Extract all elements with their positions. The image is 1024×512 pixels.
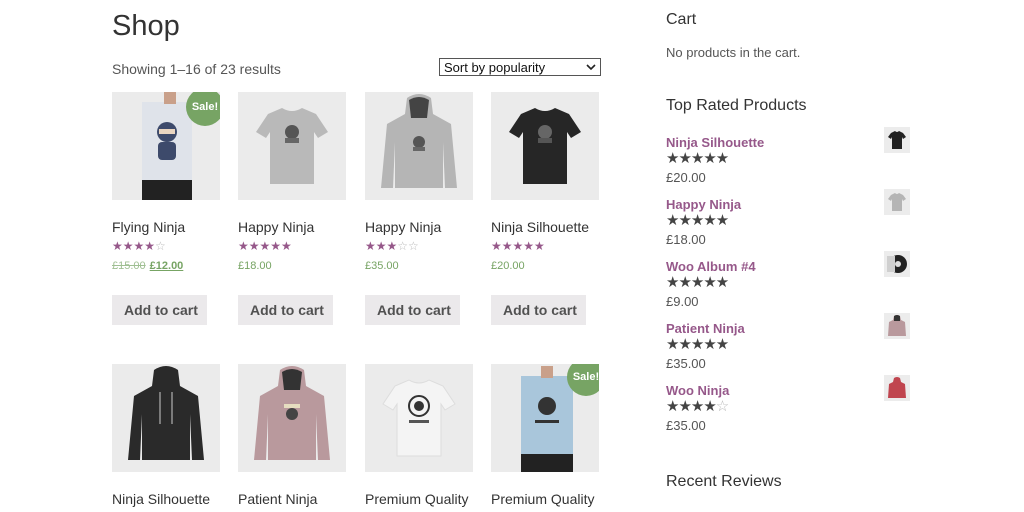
star-rating: ★★★★★ [666,274,729,291]
product-name[interactable]: Ninja Silhouette [491,219,589,235]
chevron-down-icon [586,64,596,71]
top-rated-item-name[interactable]: Woo Album #4 [666,259,756,274]
product-name[interactable]: Premium Quality [491,491,594,507]
star-rating: ★★★★★ [666,336,729,353]
product-price: £18.00 [238,260,272,272]
product-image[interactable]: Sale! [491,364,599,472]
product-image[interactable] [365,92,473,200]
product-name[interactable]: Patient Ninja [238,491,317,507]
product-card: Sale! Flying Ninja ★★★★☆ £15.00 £12.00 Ad… [112,92,220,325]
top-rated-item: Ninja Silhouette ★★★★★ £20.00 [666,127,910,193]
product-name[interactable]: Happy Ninja [365,219,441,235]
product-image[interactable] [491,92,599,200]
page-title: Shop [112,10,180,42]
add-to-cart-button[interactable]: Add to cart [365,295,460,325]
product-image[interactable]: Sale! [112,92,220,200]
top-rated-item-price: £9.00 [666,294,699,309]
top-rated-item: Patient Ninja ★★★★★ £35.00 [666,313,910,379]
product-image[interactable] [238,364,346,472]
sale-badge: Sale! [186,92,220,126]
star-rating: ★★★★★ [238,239,292,253]
top-rated-item: Woo Album #4 ★★★★★ £9.00 [666,251,910,317]
top-rated-item-thumbnail[interactable] [884,251,910,277]
add-to-cart-button[interactable]: Add to cart [112,295,207,325]
cart-empty-message: No products in the cart. [666,45,801,60]
product-card: Ninja Silhouette ★★★★★ £20.00 Add to car… [491,92,599,325]
add-to-cart-button[interactable]: Add to cart [238,295,333,325]
product-name[interactable]: Flying Ninja [112,219,185,235]
product-image[interactable] [112,364,220,472]
sort-select[interactable]: Sort by popularity [439,58,601,76]
product-image[interactable] [238,92,346,200]
product-card: Patient Ninja [238,364,346,507]
result-count: Showing 1–16 of 23 results [112,61,281,77]
star-rating: ★★★★☆ [112,239,166,253]
top-rated-title: Top Rated Products [666,97,807,114]
product-name[interactable]: Premium Quality [365,491,468,507]
top-rated-item-price: £18.00 [666,232,706,247]
product-card: Happy Ninja ★★★★★ £18.00 Add to cart [238,92,346,325]
top-rated-item: Woo Ninja ★★★★☆ £35.00 [666,375,910,441]
product-card: Premium Quality [365,364,473,507]
add-to-cart-button[interactable]: Add to cart [491,295,586,325]
star-rating: ★★★★★ [491,239,545,253]
top-rated-item-name[interactable]: Woo Ninja [666,383,729,398]
product-card: Ninja Silhouette [112,364,220,507]
top-rated-item-thumbnail[interactable] [884,189,910,215]
top-rated-item-price: £20.00 [666,170,706,185]
star-rating: ★★★★★ [666,150,729,167]
top-rated-item-thumbnail[interactable] [884,127,910,153]
old-price: £15.00 [112,260,146,272]
top-rated-item-thumbnail[interactable] [884,375,910,401]
top-rated-item-price: £35.00 [666,418,706,433]
top-rated-item-price: £35.00 [666,356,706,371]
cart-widget-title: Cart [666,11,697,28]
product-name[interactable]: Ninja Silhouette [112,491,210,507]
top-rated-item-thumbnail[interactable] [884,313,910,339]
sort-select-value: Sort by popularity [444,59,546,75]
product-image[interactable] [365,364,473,472]
product-name[interactable]: Happy Ninja [238,219,314,235]
star-rating: ★★★☆☆ [365,239,419,253]
product-price: £15.00 £12.00 [112,260,183,272]
star-rating: ★★★★☆ [666,398,729,415]
product-card: Sale! Premium Quality [491,364,599,507]
product-price: £20.00 [491,260,525,272]
top-rated-item-name[interactable]: Ninja Silhouette [666,135,764,150]
top-rated-item: Happy Ninja ★★★★★ £18.00 [666,189,910,255]
recent-reviews-title: Recent Reviews [666,473,782,490]
product-card: Happy Ninja ★★★☆☆ £35.00 Add to cart [365,92,473,325]
product-price: £35.00 [365,260,399,272]
top-rated-item-name[interactable]: Happy Ninja [666,197,741,212]
sale-price: £12.00 [149,260,184,272]
top-rated-item-name[interactable]: Patient Ninja [666,321,745,336]
star-rating: ★★★★★ [666,212,729,229]
